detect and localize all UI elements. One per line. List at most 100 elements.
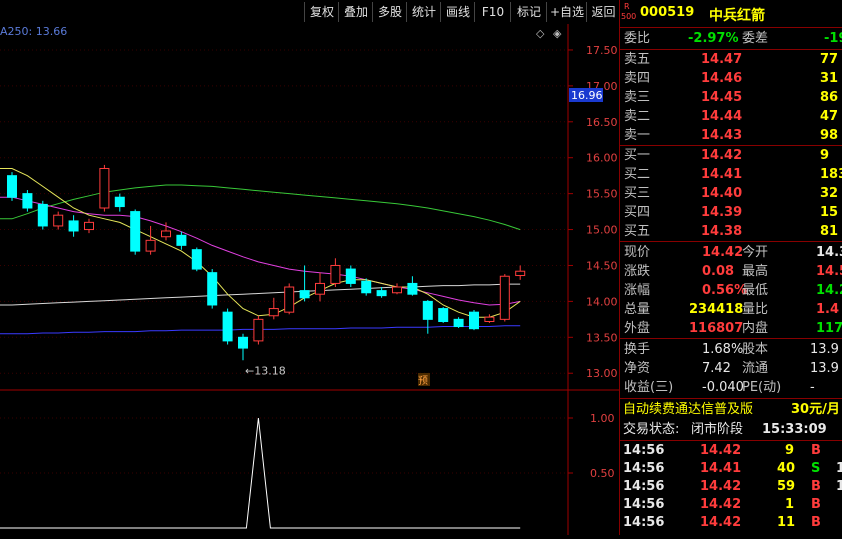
bid-label: 买一	[624, 148, 651, 163]
trade-row: 14:56 14.42 59 B 1	[620, 478, 842, 496]
stat2-label: PE(动)	[742, 380, 782, 395]
trade-volume: 11	[777, 515, 796, 530]
ask-volume: 31	[820, 71, 839, 86]
ask-volume: 77	[820, 52, 839, 67]
chart-toolbar: 复权 叠加 多股 统计 画线 F10 标记 +自选 返回	[0, 0, 619, 24]
candle-body[interactable]	[469, 311, 479, 330]
ask-volume: 86	[820, 90, 839, 105]
bid-volume: 9	[820, 148, 830, 163]
candle-body[interactable]	[315, 282, 325, 295]
candle-body[interactable]	[130, 211, 141, 252]
settings-icon[interactable]: ◈	[553, 27, 562, 40]
candle-body[interactable]	[438, 308, 449, 323]
bid-label: 买二	[624, 167, 651, 182]
candle-body[interactable]	[191, 249, 202, 270]
separator	[620, 49, 842, 50]
bid-price: 14.42	[701, 148, 743, 163]
toolbar-button-f10[interactable]: F10	[474, 2, 511, 22]
price-tick-label: 15.50	[586, 188, 618, 201]
price-tick-label: 13.00	[586, 367, 618, 380]
toolbar-button-draw-line[interactable]: 画线	[440, 2, 475, 22]
candle-body[interactable]	[376, 290, 387, 297]
diamond-icon[interactable]: ◇	[536, 27, 545, 40]
toolbar-button-adjust[interactable]: 复权	[304, 2, 339, 22]
ask-row: 卖一 14.43 98	[620, 127, 842, 145]
trade-price: 14.41	[700, 461, 742, 476]
ask-price: 14.45	[701, 90, 743, 105]
price-tick-label: 14.50	[586, 259, 618, 272]
quote-header: R 500 000519 中兵红箭	[620, 0, 842, 26]
candle-body[interactable]	[484, 316, 495, 323]
candle-body[interactable]	[499, 275, 510, 320]
bid-label: 买三	[624, 186, 651, 201]
trade-price: 14.42	[700, 479, 742, 494]
toolbar-button-multi-stock[interactable]: 多股	[372, 2, 407, 22]
promo-row[interactable]: 自动续费通达信普及版 30元/月	[620, 401, 842, 419]
stat-label: 外盘	[624, 321, 651, 336]
candle-body[interactable]	[361, 280, 372, 294]
toolbar-button-back[interactable]: 返回	[586, 2, 620, 22]
candle-body[interactable]	[238, 336, 248, 349]
ask-row: 卖五 14.47 77	[620, 51, 842, 69]
candle-body[interactable]	[68, 220, 79, 232]
candle-body[interactable]	[422, 300, 433, 320]
candle-body[interactable]	[22, 193, 33, 209]
candle-body[interactable]	[392, 286, 402, 294]
stat-value: 0.56%	[702, 283, 748, 298]
promo-price[interactable]: 30元/月	[791, 401, 840, 419]
candle-body[interactable]	[453, 318, 464, 328]
price-tick-label: 16.00	[586, 152, 618, 165]
candle-body[interactable]	[299, 290, 310, 299]
candle-body[interactable]	[515, 270, 526, 277]
kline-chart[interactable]: A250: 13.66 ◇ ◈ 17.50 17.00 16.50 16.00 15.5…	[0, 24, 619, 535]
candle-body[interactable]	[99, 167, 110, 209]
candle-body[interactable]	[345, 268, 356, 284]
stat-value: 14.3	[816, 245, 842, 260]
stat2-value: 1.68%	[702, 342, 744, 357]
weibi-row: 委比 -2.97% 委差 -19	[620, 30, 842, 48]
toolbar-button-statistics[interactable]: 统计	[406, 2, 441, 22]
toolbar-button-mark[interactable]: 标记	[510, 2, 547, 22]
candle-body[interactable]	[253, 318, 264, 342]
logo-top: R	[624, 2, 630, 11]
stat-row: 外盘 116807内盘 11761	[620, 320, 842, 338]
candle-body[interactable]	[84, 221, 94, 231]
candle-body[interactable]	[222, 311, 233, 342]
candle-body[interactable]	[407, 282, 418, 295]
candle-body[interactable]	[207, 272, 218, 306]
candle-body[interactable]	[7, 175, 17, 198]
toolbar-button-overlay[interactable]: 叠加	[338, 2, 373, 22]
separator	[620, 241, 842, 242]
bid-volume: 81	[820, 224, 839, 239]
bid-price: 14.41	[701, 167, 743, 182]
candle-body[interactable]	[161, 230, 171, 238]
stat2-label: 收益(三)	[624, 380, 674, 395]
candle-body[interactable]	[145, 239, 156, 252]
promo-text[interactable]: 自动续费通达信普及版	[623, 401, 753, 419]
candle-body[interactable]	[284, 286, 295, 313]
quote-panel: R 500 000519 中兵红箭 委比 -2.97% 委差 -19 卖五14.…	[619, 0, 842, 535]
ask-label: 卖二	[624, 109, 651, 124]
candle-body[interactable]	[330, 264, 341, 284]
trade-row: 14:56 14.42 11 B	[620, 514, 842, 532]
candle-body[interactable]	[268, 308, 279, 317]
stat2-label: 换手	[624, 342, 651, 357]
trade-time: 14:56	[623, 497, 665, 512]
stat2-value: 13.9	[810, 361, 839, 376]
candle-body[interactable]	[176, 234, 187, 246]
stock-name: 中兵红箭	[709, 8, 765, 24]
candle-body[interactable]	[37, 203, 48, 227]
ask-label: 卖一	[624, 128, 651, 143]
weibi-value: -2.97%	[688, 31, 739, 46]
stat2-row: 换手 1.68% 股本 13.9	[620, 341, 842, 359]
status-time: 15:33:09	[762, 422, 827, 437]
bid-row: 买四 14.39 15	[620, 204, 842, 222]
toolbar-button-add-favorite[interactable]: +自选	[546, 2, 587, 22]
stat-value: 234418	[689, 302, 744, 317]
stat-value: 1.4	[816, 302, 840, 317]
candle-body[interactable]	[114, 196, 125, 208]
ask-label: 卖四	[624, 71, 651, 86]
trade-side: B	[811, 497, 821, 512]
forecast-marker[interactable]: 预	[418, 375, 428, 387]
candle-body[interactable]	[53, 214, 64, 227]
